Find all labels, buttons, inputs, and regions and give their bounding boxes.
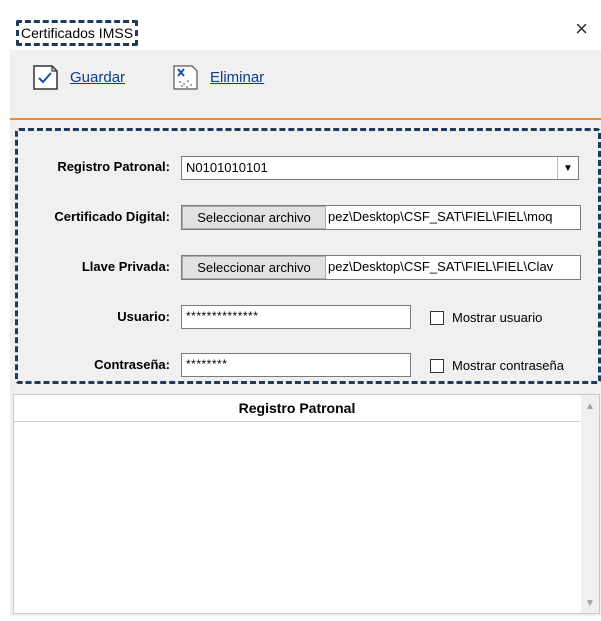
delete-label: Eliminar bbox=[210, 68, 265, 86]
usuario-label: Usuario: bbox=[117, 309, 170, 324]
llave-select-file-button[interactable]: Seleccionar archivo bbox=[182, 256, 326, 279]
certificado-select-file-button[interactable]: Seleccionar archivo bbox=[182, 206, 326, 229]
save-label: Guardar bbox=[70, 68, 126, 86]
mostrar-contrasena-checkbox[interactable]: Mostrar contraseña bbox=[430, 358, 564, 373]
window-title: Certificados IMSS bbox=[16, 20, 139, 46]
llave-path[interactable]: pez\Desktop\CSF_SAT\FIEL\FIEL\Clav bbox=[328, 259, 553, 274]
mostrar-usuario-label: Mostrar usuario bbox=[452, 310, 543, 325]
contrasena-label: Contraseña: bbox=[94, 357, 170, 372]
certificado-file-field: Seleccionar archivo pez\Desktop\CSF_SAT\… bbox=[181, 205, 581, 230]
registro-patronal-select[interactable]: N0101010101 ▼ bbox=[181, 156, 579, 180]
title-bar: Certificados IMSS × bbox=[10, 12, 601, 50]
check-document-icon bbox=[33, 65, 58, 90]
delete-button[interactable]: Eliminar bbox=[170, 62, 264, 92]
checkbox-box[interactable] bbox=[430, 310, 444, 325]
registro-patronal-label: Registro Patronal: bbox=[57, 159, 170, 174]
registro-patronal-grid[interactable]: Registro Patronal ▲ ▼ bbox=[13, 394, 600, 614]
certificado-digital-label: Certificado Digital: bbox=[54, 209, 170, 224]
certificados-window: Certificados IMSS × Guardar Eliminar Reg… bbox=[10, 12, 601, 616]
checkbox-box[interactable] bbox=[430, 358, 444, 373]
close-icon[interactable]: × bbox=[575, 18, 588, 40]
usuario-input[interactable]: ************** bbox=[181, 305, 411, 329]
save-button[interactable]: Guardar bbox=[30, 62, 125, 92]
accent-divider bbox=[10, 118, 601, 120]
scroll-down-icon[interactable]: ▼ bbox=[585, 598, 595, 609]
llave-file-field: Seleccionar archivo pez\Desktop\CSF_SAT\… bbox=[181, 255, 581, 280]
scroll-up-icon[interactable]: ▲ bbox=[585, 401, 595, 412]
mostrar-contrasena-label: Mostrar contraseña bbox=[452, 358, 564, 373]
contrasena-input[interactable]: ******** bbox=[181, 353, 411, 377]
certificate-form: Registro Patronal: N0101010101 ▼ Certifi… bbox=[15, 128, 601, 384]
registro-patronal-value: N0101010101 bbox=[186, 160, 268, 175]
llave-privada-label: Llave Privada: bbox=[81, 259, 170, 274]
chevron-down-icon[interactable]: ▼ bbox=[557, 157, 578, 179]
contrasena-value: ******** bbox=[186, 357, 228, 371]
mostrar-usuario-checkbox[interactable]: Mostrar usuario bbox=[430, 310, 542, 325]
usuario-value: ************** bbox=[186, 309, 259, 323]
toolbar: Guardar Eliminar bbox=[10, 50, 601, 116]
vertical-scrollbar[interactable]: ▲ ▼ bbox=[581, 395, 599, 613]
delete-document-icon bbox=[173, 65, 198, 90]
certificado-path[interactable]: pez\Desktop\CSF_SAT\FIEL\FIEL\moq bbox=[328, 209, 552, 224]
column-header-registro-patronal[interactable]: Registro Patronal bbox=[14, 395, 580, 422]
